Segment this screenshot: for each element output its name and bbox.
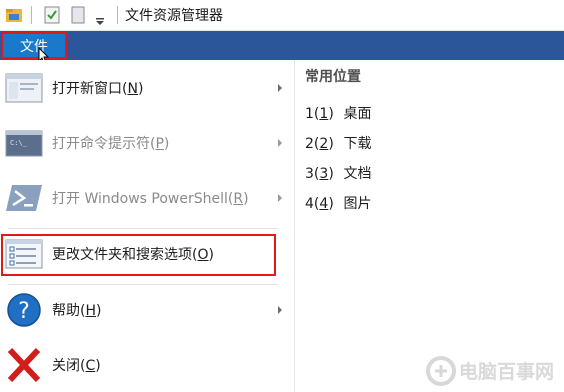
- menu-item-label: 帮助(H): [52, 303, 102, 319]
- menu-item-label: 打开 Windows PowerShell(R): [52, 191, 249, 207]
- frequent-place-item[interactable]: 4(4) 图片: [305, 193, 371, 213]
- window-title: 文件资源管理器: [125, 8, 223, 24]
- submenu-arrow-icon: [278, 306, 282, 314]
- ribbon-bar: 文件: [0, 31, 564, 60]
- menu-item-open-powershell[interactable]: 打开 Windows PowerShell(R): [0, 172, 294, 224]
- menu-item-open-command-prompt[interactable]: C:\_ 打开命令提示符(P): [0, 117, 294, 169]
- svg-text:电脑百事网: 电脑百事网: [459, 360, 554, 383]
- menu-item-open-new-window[interactable]: 打开新窗口(N): [0, 62, 294, 114]
- frequent-place-item[interactable]: 2(2) 下载: [305, 133, 371, 153]
- frequent-place-item[interactable]: 3(3) 文档: [305, 163, 371, 183]
- help-icon: ?: [4, 292, 44, 328]
- close-icon: [4, 347, 44, 383]
- frequent-place-key: 3(3): [305, 166, 334, 182]
- customize-toolbar-icon[interactable]: [95, 11, 105, 30]
- frequent-places-title: 常用位置: [305, 69, 361, 85]
- menu-item-help[interactable]: ? 帮助(H): [0, 284, 294, 336]
- frequent-place-name: 桌面: [343, 106, 372, 122]
- watermark-logo: 电脑百事网: [426, 356, 554, 386]
- frequent-place-name: 图片: [343, 196, 372, 212]
- menu-item-close[interactable]: 关闭(C): [0, 339, 294, 391]
- file-tab[interactable]: 文件: [1, 32, 67, 59]
- frequent-place-item[interactable]: 1(1) 桌面: [305, 103, 371, 123]
- frequent-place-name: 下载: [343, 136, 372, 152]
- frequent-places-pane: 常用位置 1(1) 桌面 2(2) 下载 3(3) 文档 4(4) 图片: [295, 60, 564, 392]
- submenu-arrow-icon: [278, 139, 282, 147]
- submenu-arrow-icon: [278, 84, 282, 92]
- title-divider: [117, 6, 118, 24]
- folder-icon[interactable]: [5, 6, 23, 28]
- svg-text:?: ?: [18, 299, 30, 324]
- title-bar: 文件资源管理器: [0, 0, 564, 31]
- menu-item-label: 打开新窗口(N): [52, 81, 144, 97]
- frequent-place-key: 4(4): [305, 196, 334, 212]
- frequent-place-key: 1(1): [305, 106, 334, 122]
- file-menu: 打开新窗口(N) C:\_ 打开命令提示符(P) 打开 Windows Powe…: [0, 60, 295, 392]
- new-window-icon: [4, 70, 44, 106]
- submenu-arrow-icon: [278, 194, 282, 202]
- frequent-place-name: 文档: [343, 166, 372, 182]
- command-prompt-icon: C:\_: [4, 125, 44, 161]
- properties-icon[interactable]: [44, 6, 60, 28]
- menu-item-label: 关闭(C): [52, 358, 101, 374]
- frequent-place-key: 2(2): [305, 136, 334, 152]
- powershell-icon: [4, 180, 44, 216]
- svg-text:C:\_: C:\_: [10, 139, 28, 147]
- menu-item-label: 打开命令提示符(P): [52, 136, 170, 152]
- annotation-highlight-box: [1, 234, 276, 276]
- quick-access-divider: [31, 6, 32, 24]
- new-folder-icon[interactable]: [71, 6, 85, 28]
